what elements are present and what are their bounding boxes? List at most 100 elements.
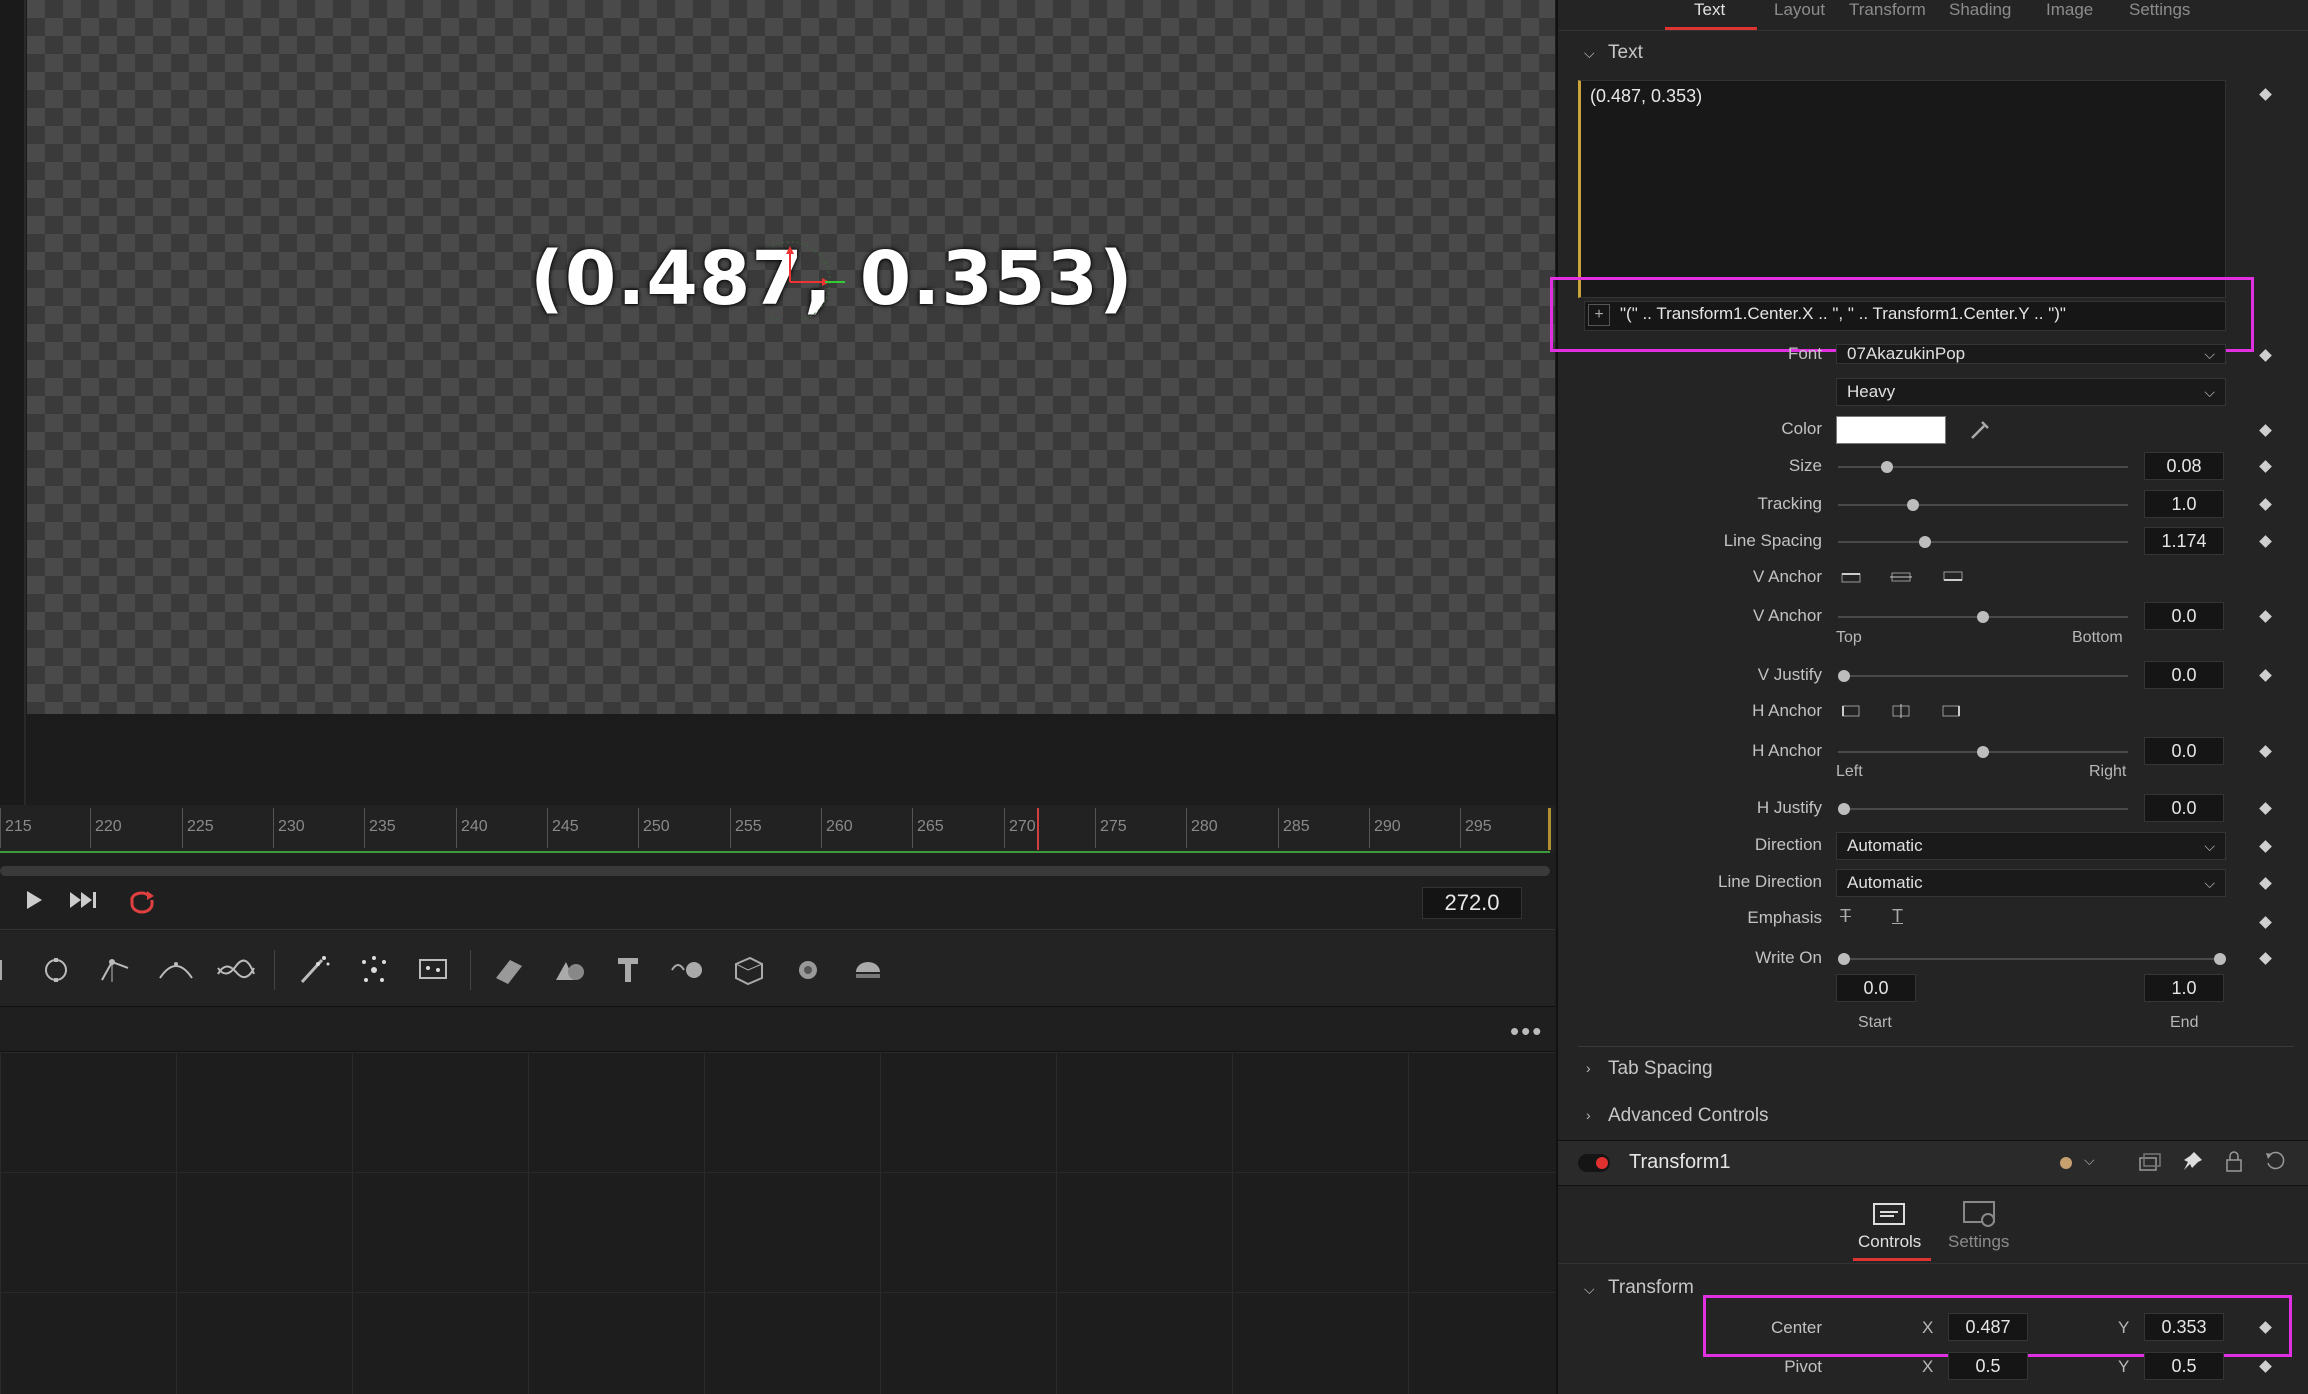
write-on-start-knob[interactable] (1838, 953, 1850, 965)
strikeout-icon[interactable]: T (1840, 906, 1851, 927)
ruler-tick: 295 (1460, 808, 1492, 848)
particle-emitter-icon[interactable] (294, 950, 334, 990)
v-anchor-slider-knob[interactable] (1977, 611, 1989, 623)
anchor-bottom-icon[interactable] (1942, 570, 1964, 584)
camera-3d-icon[interactable] (788, 950, 828, 990)
node-editor-grid[interactable] (0, 1052, 1555, 1394)
section-advanced-controls[interactable]: Advanced Controls (1608, 1105, 1769, 1127)
center-crosshair-icon[interactable] (770, 240, 850, 320)
color-tag-icon[interactable] (2060, 1157, 2072, 1169)
pivot-x-field[interactable]: 0.5 (1948, 1352, 2028, 1380)
tab-tool-settings[interactable]: Settings (1948, 1232, 2009, 1252)
chevron-down-icon[interactable]: ⌵ (2084, 1152, 2095, 1169)
anchor-top-icon[interactable] (1840, 570, 1862, 584)
tab-text[interactable]: Text (1694, 0, 1725, 20)
current-time-field[interactable]: 272.0 (1422, 887, 1522, 919)
chevron-down-icon[interactable]: ⌵ (1584, 1281, 1595, 1298)
ruler-tick: 260 (821, 808, 853, 848)
spotlight-icon[interactable] (848, 950, 888, 990)
shape-3d-icon[interactable] (548, 950, 588, 990)
pivot-y-field[interactable]: 0.5 (2144, 1352, 2224, 1380)
eyedropper-icon[interactable] (1968, 418, 1992, 442)
chevron-right-icon[interactable]: › (1586, 1107, 1591, 1123)
anchor-center-icon[interactable] (1890, 704, 1912, 718)
paint-icon[interactable] (216, 950, 256, 990)
playhead[interactable] (1037, 808, 1039, 850)
h-justify-field[interactable]: 0.0 (2144, 794, 2224, 822)
underline-icon[interactable]: T (1892, 906, 1903, 927)
tab-settings[interactable]: Settings (2129, 0, 2190, 20)
tracking-field[interactable]: 1.0 (2144, 490, 2224, 518)
styled-text-input[interactable] (1578, 80, 2226, 298)
tab-shading[interactable]: Shading (1949, 0, 2011, 20)
renderer-3d-icon[interactable] (728, 950, 768, 990)
center-y-field[interactable]: 0.353 (2144, 1313, 2224, 1341)
tab-layout[interactable]: Layout (1774, 0, 1825, 20)
merge-3d-icon[interactable] (668, 950, 708, 990)
ruler-tick: 240 (456, 808, 488, 848)
ruler-tick: 255 (730, 808, 762, 848)
line-spacing-slider[interactable] (1838, 541, 2128, 543)
chevron-right-icon[interactable]: › (1586, 1060, 1591, 1076)
h-justify-slider[interactable] (1838, 808, 2128, 810)
ruler-tick: 225 (182, 808, 214, 848)
more-options-icon[interactable]: ••• (1510, 1016, 1543, 1047)
expression-pick-icon[interactable]: + (1588, 304, 1610, 326)
font-dropdown[interactable]: 07AkazukinPop ⌵ (1836, 344, 2226, 364)
anchor-right-icon[interactable] (1940, 704, 1962, 718)
v-anchor-field[interactable]: 0.0 (2144, 602, 2224, 630)
particle-icon[interactable] (354, 950, 394, 990)
color-swatch[interactable] (1836, 416, 1946, 444)
settings-tab-icon[interactable] (1960, 1198, 2000, 1228)
direction-dropdown[interactable]: Automatic ⌵ (1836, 832, 2226, 860)
section-text-header[interactable]: Text (1608, 42, 1643, 64)
pin-icon[interactable] (2180, 1150, 2204, 1174)
write-on-end-knob[interactable] (2214, 953, 2226, 965)
v-anchor-slider-label: V Anchor (1753, 606, 1822, 625)
v-justify-field[interactable]: 0.0 (2144, 661, 2224, 689)
particle-render-icon[interactable] (414, 950, 454, 990)
text-3d-icon[interactable] (608, 950, 648, 990)
skip-to-end-icon[interactable] (64, 888, 104, 918)
center-x-field[interactable]: 0.487 (1948, 1313, 2028, 1341)
font-style-dropdown[interactable]: Heavy ⌵ (1836, 378, 2226, 406)
rectangle-mask-icon[interactable] (0, 950, 30, 990)
timeline-scrollbar[interactable] (0, 866, 1550, 876)
v-justify-slider-knob[interactable] (1837, 670, 1850, 682)
line-spacing-slider-knob[interactable] (1919, 536, 1931, 548)
write-on-range-slider[interactable] (1844, 958, 2220, 960)
anchor-middle-icon[interactable] (1890, 570, 1912, 584)
render-end-marker[interactable] (1548, 808, 1551, 850)
h-justify-slider-knob[interactable] (1837, 803, 1850, 815)
controls-tab-icon[interactable] (1870, 1198, 1910, 1228)
lock-icon[interactable] (2224, 1150, 2244, 1174)
active-subtab-indicator (1853, 1258, 1931, 1261)
polygon-mask-icon[interactable] (96, 950, 136, 990)
v-justify-slider[interactable] (1838, 675, 2128, 677)
ellipse-mask-icon[interactable] (36, 950, 76, 990)
bspline-icon[interactable] (156, 950, 196, 990)
image-plane-3d-icon[interactable] (488, 950, 528, 990)
line-spacing-field[interactable]: 1.174 (2144, 527, 2224, 555)
line-direction-dropdown[interactable]: Automatic ⌵ (1836, 869, 2226, 897)
end-label: End (2170, 1014, 2199, 1031)
version-icon[interactable] (2138, 1152, 2162, 1174)
viewer-canvas[interactable] (27, 0, 1555, 714)
size-field[interactable]: 0.08 (2144, 452, 2224, 480)
tab-transform[interactable]: Transform (1849, 0, 1926, 20)
tab-image[interactable]: Image (2046, 0, 2093, 20)
tracking-slider[interactable] (1838, 504, 2128, 506)
anchor-left-icon[interactable] (1840, 704, 1862, 718)
h-anchor-slider-knob[interactable] (1977, 746, 1989, 758)
section-transform-header[interactable]: Transform (1608, 1277, 1694, 1299)
h-anchor-field[interactable]: 0.0 (2144, 737, 2224, 765)
time-ruler[interactable] (0, 805, 1555, 853)
section-tab-spacing[interactable]: Tab Spacing (1608, 1058, 1713, 1080)
reset-icon[interactable] (2264, 1150, 2286, 1172)
chevron-down-icon[interactable]: ⌵ (1584, 45, 1595, 62)
loop-icon[interactable] (122, 888, 162, 918)
tab-controls[interactable]: Controls (1858, 1232, 1921, 1252)
play-icon[interactable] (14, 888, 54, 918)
write-on-start-field[interactable]: 0.0 (1836, 974, 1916, 1002)
write-on-end-field[interactable]: 1.0 (2144, 974, 2224, 1002)
